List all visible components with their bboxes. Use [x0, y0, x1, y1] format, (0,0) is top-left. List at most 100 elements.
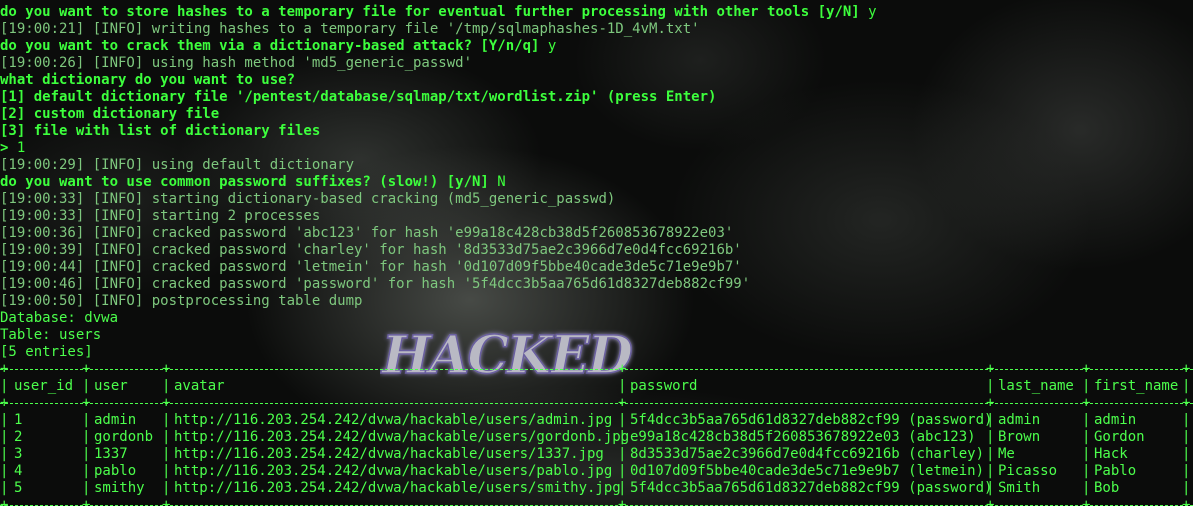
table-top-border: + + + + + + +	[0, 361, 1193, 378]
terminal-line: do you want to store hashes to a tempora…	[0, 4, 877, 21]
table-cell: Picasso	[998, 463, 1058, 479]
table-header-cell: password	[630, 378, 698, 394]
table-separator: |	[0, 412, 9, 428]
table-corner: +	[162, 361, 171, 377]
table-cell: Gordon	[1094, 429, 1145, 445]
terminal-window[interactable]: HACKED do you want to store hashes to a …	[0, 0, 1193, 506]
prompt-text: do you want to store hashes to a tempora…	[0, 4, 860, 20]
table-cell: admin	[998, 412, 1041, 428]
user-answer: y	[539, 38, 557, 54]
table-separator: |	[162, 429, 171, 445]
terminal-line: [19:00:21] [INFO] writing hashes to a te…	[0, 21, 877, 38]
table-separator: |	[0, 480, 9, 496]
terminal-line: [3] file with list of dictionary files	[0, 123, 877, 140]
table-corner: +	[82, 395, 91, 411]
table-separator: |	[162, 378, 171, 394]
table-corner: +	[162, 395, 171, 411]
table-cell: http://116.203.254.242/dvwa/hackable/use…	[174, 429, 630, 445]
table-corner: +	[0, 497, 9, 506]
table-corner: +	[0, 395, 9, 411]
user-answer: N	[488, 174, 506, 190]
table-corner: +	[986, 497, 995, 506]
table-row: | | | | | | | 5 smithy http://116.203.254.242/dvw…	[0, 480, 1190, 497]
table-separator: |	[82, 446, 91, 462]
table-row: | | | | | | | 3 1337 http://116.203.254.242/dvwa/…	[0, 446, 1190, 463]
table-cell: Me	[998, 446, 1015, 462]
table-separator: |	[618, 463, 627, 479]
table-separator: |	[0, 463, 9, 479]
terminal-line: > 1	[0, 140, 877, 157]
terminal-line: what dictionary do you want to use?	[0, 72, 877, 89]
table-separator: |	[618, 412, 627, 428]
prompt-text: do you want to crack them via a dictiona…	[0, 38, 540, 54]
table-corner: +	[618, 497, 627, 506]
terminal-line: [19:00:26] [INFO] using hash method 'md5…	[0, 55, 877, 72]
table-cell: Brown	[998, 429, 1041, 445]
terminal-line: [19:00:33] [INFO] starting dictionary-ba…	[0, 191, 877, 208]
table-separator: |	[162, 463, 171, 479]
table-row: | | | | | | | 2 gordonb http://116.203.254.242/dv…	[0, 429, 1190, 446]
table-separator: |	[82, 429, 91, 445]
table-separator: |	[1082, 429, 1091, 445]
terminal-line: [19:00:39] [INFO] cracked password 'char…	[0, 242, 877, 259]
table-cell: http://116.203.254.242/dvwa/hackable/use…	[174, 446, 604, 462]
table-separator: |	[618, 446, 627, 462]
table-corner: +	[986, 395, 995, 411]
table-separator: |	[1182, 412, 1191, 428]
table-cell: gordonb	[94, 429, 154, 445]
table-cell: admin	[1094, 412, 1137, 428]
table-corner: +	[1082, 497, 1091, 506]
table-corner: +	[162, 497, 171, 506]
terminal-line: [19:00:44] [INFO] cracked password 'letm…	[0, 259, 877, 276]
table-header-border: + + + + + + +	[0, 395, 1193, 412]
output-text: [5 entries]	[0, 344, 93, 360]
table-cell: 5f4dcc3b5aa765d61d8327deb882cf99 (passwo…	[630, 480, 993, 496]
table-corner: +	[1182, 395, 1191, 411]
table-corner: +	[0, 361, 9, 377]
table-corner: +	[1082, 395, 1091, 411]
table-corner: +	[82, 497, 91, 506]
log-message: [19:00:44] [INFO] cracked password 'letm…	[0, 259, 742, 275]
table-cell: 5	[14, 480, 23, 496]
table-separator: |	[986, 429, 995, 445]
table-separator: |	[986, 463, 995, 479]
table-cell: Smith	[998, 480, 1041, 496]
table-cell: 4	[14, 463, 23, 479]
table-separator: |	[82, 480, 91, 496]
terminal-line: [2] custom dictionary file	[0, 106, 877, 123]
table-border-dash	[0, 403, 1193, 404]
table-cell: 2	[14, 429, 23, 445]
terminal-line: [19:00:33] [INFO] starting 2 processes	[0, 208, 877, 225]
table-separator: |	[1082, 463, 1091, 479]
table-border-dash	[0, 369, 1193, 370]
prompt-text: [3] file with list of dictionary files	[0, 123, 321, 139]
table-separator: |	[0, 378, 9, 394]
table-cell: 1	[14, 412, 23, 428]
table-header-cell: user	[94, 378, 128, 394]
table-cell: 3	[14, 446, 23, 462]
terminal-line: do you want to crack them via a dictiona…	[0, 38, 877, 55]
table-separator: |	[1082, 378, 1091, 394]
terminal-line: do you want to use common password suffi…	[0, 174, 877, 191]
table-separator: |	[0, 429, 9, 445]
table-corner: +	[986, 361, 995, 377]
log-message: [19:00:21] [INFO] writing hashes to a te…	[0, 21, 700, 37]
table-corner: +	[618, 361, 627, 377]
log-message: [19:00:36] [INFO] cracked password 'abc1…	[0, 225, 734, 241]
table-separator: |	[0, 446, 9, 462]
table-separator: |	[1082, 412, 1091, 428]
terminal-line: [1] default dictionary file '/pentest/da…	[0, 89, 877, 106]
table-row: | | | | | | | 4 pablo http://116.203.254.242/dvwa…	[0, 463, 1190, 480]
table-row: | | | | | | | 1 admin http://116.203.254.242/dvwa…	[0, 412, 1190, 429]
user-answer: y	[859, 4, 877, 20]
table-separator: |	[986, 446, 995, 462]
table-separator: |	[1082, 480, 1091, 496]
table-separator: |	[1182, 429, 1191, 445]
terminal-line: Table: users	[0, 327, 877, 344]
table-header-cell: first_name	[1094, 378, 1179, 394]
table-separator: |	[1082, 446, 1091, 462]
table-corner: +	[618, 395, 627, 411]
terminal-output: do you want to store hashes to a tempora…	[0, 4, 1193, 506]
table-cell: 5f4dcc3b5aa765d61d8327deb882cf99 (passwo…	[630, 412, 993, 428]
table-cell: admin	[94, 412, 137, 428]
